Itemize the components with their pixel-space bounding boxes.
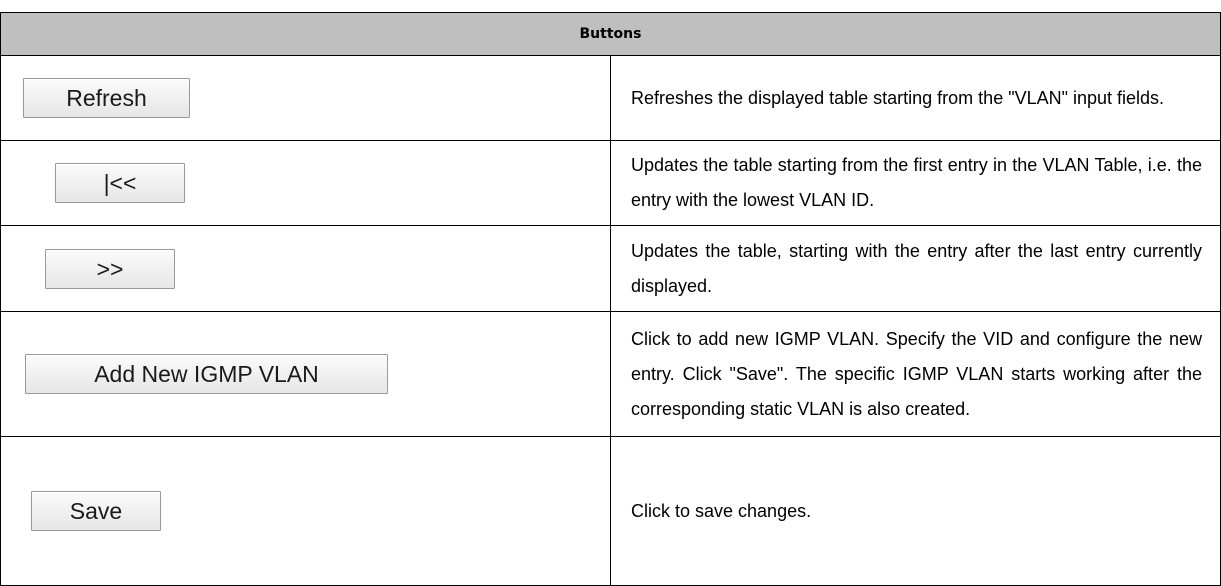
table-row: Save Click to save changes. (0, 436, 1221, 586)
next-page-button[interactable]: >> (45, 248, 175, 289)
description-cell: Click to add new IGMP VLAN. Specify the … (610, 311, 1221, 437)
button-cell: |<< (0, 140, 611, 226)
table-header: Buttons (0, 12, 1221, 56)
buttons-table: Buttons Refresh Refreshes the displayed … (0, 12, 1221, 586)
table-row: |<< Updates the table starting from the … (0, 140, 1221, 226)
table-row: Add New IGMP VLAN Click to add new IGMP … (0, 311, 1221, 437)
button-cell: >> (0, 225, 611, 312)
description-cell: Updates the table starting from the firs… (610, 140, 1221, 226)
button-cell: Add New IGMP VLAN (0, 311, 611, 437)
table-row: Refresh Refreshes the displayed table st… (0, 55, 1221, 141)
header-row: Buttons (0, 12, 1221, 56)
refresh-button[interactable]: Refresh (23, 78, 190, 118)
description-cell: Updates the table, starting with the ent… (610, 225, 1221, 312)
table-row: >> Updates the table, starting with the … (0, 225, 1221, 312)
button-cell: Refresh (0, 55, 611, 141)
save-button[interactable]: Save (31, 491, 161, 531)
button-cell: Save (0, 436, 611, 586)
add-new-igmp-vlan-button[interactable]: Add New IGMP VLAN (25, 354, 388, 394)
first-page-button[interactable]: |<< (55, 163, 185, 203)
description-cell: Refreshes the displayed table starting f… (610, 55, 1221, 141)
description-cell: Click to save changes. (610, 436, 1221, 586)
